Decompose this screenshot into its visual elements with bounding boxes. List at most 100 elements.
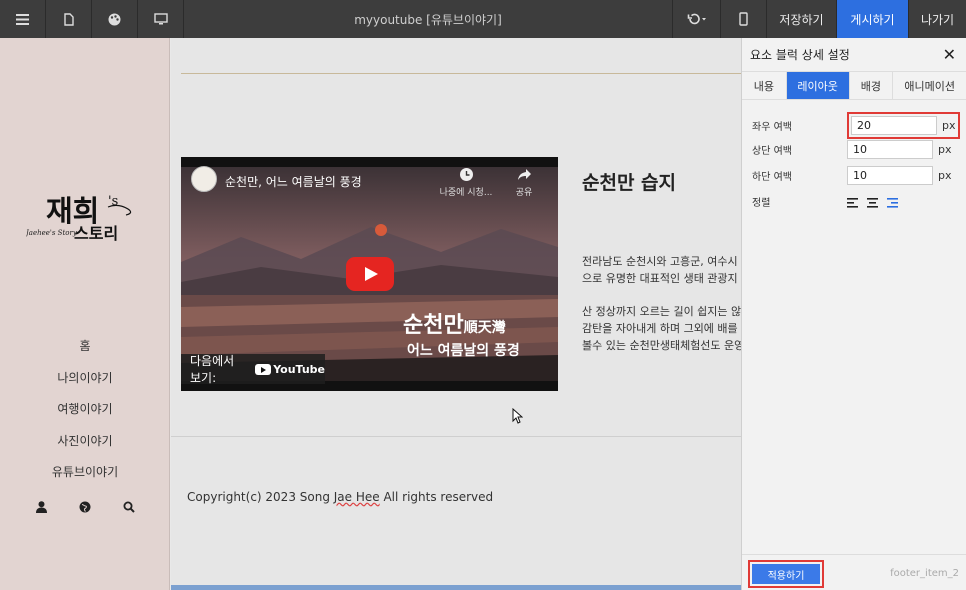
- youtube-play-icon: [255, 363, 272, 375]
- watch-on-label: 다음에서 보기:: [190, 354, 235, 385]
- logo-script-text: Jaehee's Story: [26, 229, 78, 237]
- mobile-view-button[interactable]: [720, 0, 766, 38]
- footer-suffix: All rights reserved: [379, 490, 494, 504]
- mouse-cursor-icon: [512, 408, 523, 424]
- document-icon: [63, 12, 74, 26]
- share-icon: [517, 169, 531, 180]
- tab-content[interactable]: 내용: [742, 72, 787, 99]
- top-margin-input[interactable]: [847, 140, 933, 159]
- section-paragraph-2[interactable]: 산 정상까지 오르는 길이 쉽지는 않 감탄을 자아내게 하며 그외에 배를 볼…: [582, 303, 741, 354]
- close-icon[interactable]: ✕: [943, 45, 956, 64]
- tab-layout[interactable]: 레이아웃: [786, 72, 850, 99]
- logo-main-text: 재희: [46, 194, 99, 228]
- watch-later-label: 나중에 시청...: [439, 188, 493, 198]
- paragraph-line: 볼수 있는 순천만생태체험선도 운영: [582, 339, 741, 352]
- footer-copyright[interactable]: Copyright(c) 2023 Song Jae Hee All right…: [187, 490, 493, 504]
- lr-margin-input[interactable]: [851, 116, 937, 135]
- apply-button[interactable]: 적용하기: [752, 564, 820, 584]
- watch-later-button[interactable]: 나중에 시청...: [437, 167, 495, 198]
- mobile-icon: [739, 12, 748, 26]
- youtube-embed[interactable]: 순천만, 어느 여름날의 풍경 나중에 시청... 공유 순천만順天灣 어느 여…: [181, 157, 558, 391]
- save-button[interactable]: 저장하기: [766, 0, 836, 38]
- nav-item-my-story[interactable]: 나의이야기: [0, 362, 170, 394]
- search-icon: [123, 501, 135, 513]
- tab-animation[interactable]: 애니메이션: [893, 72, 966, 99]
- panel-tabs: 내용 레이아웃 배경 애니메이션: [742, 71, 966, 100]
- palette-icon: [108, 13, 121, 25]
- share-button[interactable]: 공유: [511, 167, 537, 198]
- share-label: 공유: [515, 188, 533, 198]
- paragraph-line: 산 정상까지 오르는 길이 쉽지는 않: [582, 305, 741, 318]
- watch-on-youtube-link[interactable]: 다음에서 보기: YouTube: [181, 354, 325, 385]
- theme-button[interactable]: [92, 0, 138, 38]
- nav-item-youtube-story[interactable]: 유튜브이야기: [0, 456, 170, 488]
- bottom-margin-unit: px: [938, 169, 952, 182]
- bottom-margin-label: 하단 여백: [752, 172, 792, 183]
- selected-item-id: footer_item_2: [890, 568, 959, 579]
- site-title: myyoutube [유튜브이야기]: [354, 12, 502, 27]
- section-heading[interactable]: 순천만 습지: [582, 168, 676, 195]
- footer-name: Jae Hee: [333, 490, 380, 504]
- undo-button[interactable]: [672, 0, 720, 38]
- youtube-logo: YouTube: [255, 363, 325, 376]
- panel-header: 요소 블럭 상세 설정 ✕: [742, 38, 966, 71]
- top-margin-label: 상단 여백: [752, 146, 792, 157]
- canvas-bottom-strip: [171, 585, 741, 590]
- footer-prefix: Copyright(c) 2023 Song: [187, 490, 334, 504]
- page-canvas: 순천만, 어느 여름날의 풍경 나중에 시청... 공유 순천만順天灣 어느 여…: [171, 38, 741, 590]
- caption-hanja-text: 順天灣: [463, 320, 506, 336]
- align-center-icon[interactable]: [867, 197, 878, 208]
- lr-margin-highlight: px: [847, 112, 960, 139]
- sidebar-nav: 홈 나의이야기 여행이야기 사진이야기 유튜브이야기: [0, 330, 170, 488]
- panel-title: 요소 블럭 상세 설정: [750, 48, 850, 62]
- lr-margin-label: 좌우 여백: [752, 122, 792, 133]
- align-label: 정렬: [752, 198, 771, 209]
- publish-button[interactable]: 게시하기: [836, 0, 908, 38]
- header-divider: [181, 73, 741, 74]
- align-options: [847, 197, 898, 208]
- logo-sub-text: 스토리: [74, 224, 118, 243]
- block-settings-panel: 요소 블럭 상세 설정 ✕ 내용 레이아웃 배경 애니메이션 좌우 여백 px …: [741, 38, 966, 590]
- channel-avatar[interactable]: [191, 166, 217, 192]
- paragraph-line: 전라남도 순천시와 고흥군, 여수시: [582, 255, 738, 268]
- top-toolbar: myyoutube [유튜브이야기] 저장하기 게시하기 나가기: [0, 0, 966, 38]
- page-button[interactable]: [46, 0, 92, 38]
- menu-button[interactable]: [0, 0, 46, 38]
- caption-main-text: 순천만: [403, 312, 464, 338]
- nav-item-home[interactable]: 홈: [0, 330, 170, 362]
- paragraph-line: 감탄을 자아내게 하며 그외에 배를: [582, 322, 738, 335]
- globe-button[interactable]: [78, 500, 92, 514]
- desktop-view-button[interactable]: [138, 0, 184, 38]
- user-icon: [35, 501, 47, 513]
- paragraph-line: 으로 유명한 대표적인 생태 관광지: [582, 272, 738, 285]
- undo-icon: [687, 13, 706, 25]
- youtube-wordmark: YouTube: [273, 362, 325, 376]
- nav-item-travel-story[interactable]: 여행이야기: [0, 393, 170, 425]
- user-button[interactable]: [34, 500, 48, 514]
- exit-button[interactable]: 나가기: [908, 0, 966, 38]
- sidebar-icon-row: [34, 500, 136, 514]
- desktop-icon: [153, 13, 168, 25]
- bottom-margin-row: 하단 여백 px: [752, 166, 952, 185]
- site-sidebar: 재희 's 스토리 Jaehee's Story 홈 나의이야기 여행이야기 사…: [0, 38, 170, 590]
- video-caption-main: 순천만順天灣: [403, 307, 506, 339]
- menu-icon: [16, 13, 29, 25]
- nav-item-photo-story[interactable]: 사진이야기: [0, 425, 170, 457]
- top-margin-unit: px: [938, 143, 952, 156]
- search-button[interactable]: [122, 500, 136, 514]
- video-caption-sub: 어느 여름날의 풍경: [407, 343, 520, 359]
- panel-footer: 적용하기 footer_item_2: [742, 554, 966, 590]
- align-row: 정렬: [752, 194, 898, 209]
- bottom-margin-input[interactable]: [847, 166, 933, 185]
- tab-background[interactable]: 배경: [850, 72, 894, 99]
- site-logo[interactable]: 재희 's 스토리 Jaehee's Story: [26, 183, 144, 243]
- globe-icon: [79, 501, 91, 513]
- lr-margin-unit: px: [942, 119, 956, 132]
- apply-highlight: 적용하기: [748, 560, 824, 588]
- align-left-icon[interactable]: [847, 197, 858, 208]
- section-paragraph-1[interactable]: 전라남도 순천시와 고흥군, 여수시 으로 유명한 대표적인 생태 관광지: [582, 253, 741, 287]
- align-right-icon[interactable]: [887, 197, 898, 208]
- lr-margin-row: 좌우 여백 px: [752, 112, 960, 139]
- video-title[interactable]: 순천만, 어느 여름날의 풍경: [225, 173, 362, 190]
- play-button[interactable]: [346, 257, 394, 291]
